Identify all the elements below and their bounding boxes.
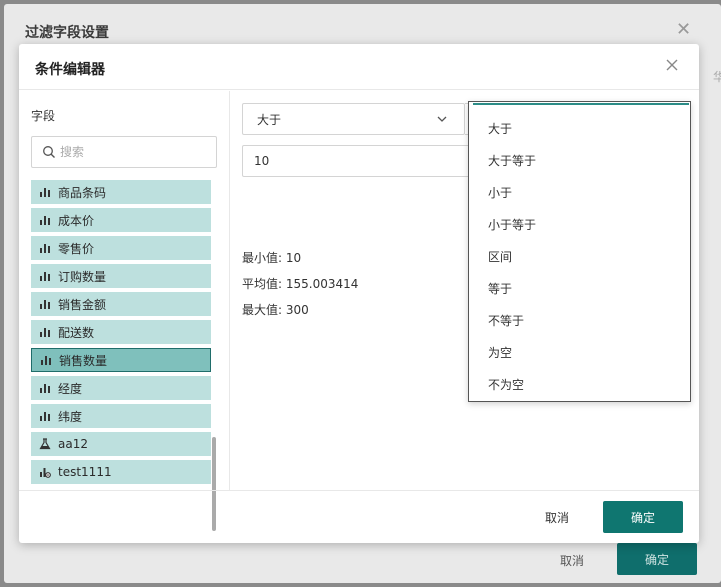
field-label: test1111 <box>58 465 112 479</box>
field-label: 商品条码 <box>58 185 107 200</box>
bar-chart-icon <box>40 216 50 225</box>
field-label: 成本价 <box>58 213 95 228</box>
field-item-2[interactable]: 零售价 <box>31 236 211 260</box>
background-side-text: 华 <box>713 70 721 84</box>
search-icon <box>43 146 55 158</box>
bar-chart-icon <box>40 244 50 253</box>
field-label: 订购数量 <box>58 269 107 284</box>
modal-title: 条件编辑器 <box>35 62 105 78</box>
bar-chart-gear-icon <box>40 468 51 478</box>
bar-chart-icon <box>40 384 50 393</box>
modal-footer: 取消 确定 <box>19 490 699 543</box>
avg-value-text: 平均值: 155.003414 <box>242 277 359 291</box>
background-cancel-button[interactable]: 取消 <box>560 552 584 569</box>
field-item-7[interactable]: 经度 <box>31 376 211 400</box>
dropdown-option-gt[interactable]: 大于 <box>469 112 690 144</box>
flask-icon <box>39 438 51 450</box>
field-label: 销售数量 <box>59 353 108 368</box>
search-box[interactable] <box>31 136 217 168</box>
field-list: 商品条码 成本价 零售价 订购数量 销售金额 配送数 销售数量 经度 纬度 aa… <box>31 180 211 484</box>
field-label: 销售金额 <box>58 297 107 312</box>
min-value-text: 最小值: 10 <box>242 251 302 265</box>
max-value-text: 最大值: 300 <box>242 303 309 317</box>
field-item-6-selected[interactable]: 销售数量 <box>31 348 211 372</box>
value-input[interactable] <box>242 145 472 177</box>
field-item-3[interactable]: 订购数量 <box>31 264 211 288</box>
field-label: 经度 <box>58 381 83 396</box>
condition-dropdown-menu: 大于 大于等于 小于 小于等于 区间 等于 不等于 为空 不为空 <box>468 101 691 402</box>
dropdown-option-lte[interactable]: 小于等于 <box>469 208 690 240</box>
field-label: 零售价 <box>58 241 95 256</box>
dropdown-option-lt[interactable]: 小于 <box>469 176 690 208</box>
background-close-icon[interactable]: ✕ <box>676 20 691 40</box>
cancel-button[interactable]: 取消 <box>531 503 583 531</box>
fields-label: 字段 <box>31 109 56 123</box>
background-dialog-title: 过滤字段设置 <box>25 25 109 41</box>
field-item-1[interactable]: 成本价 <box>31 208 211 232</box>
field-label: aa12 <box>58 437 88 451</box>
dropdown-option-eq[interactable]: 等于 <box>469 272 690 304</box>
bar-chart-icon <box>40 328 50 337</box>
field-item-9[interactable]: aa12 <box>31 432 211 456</box>
bar-chart-icon <box>40 272 50 281</box>
fields-panel: 字段 商品条码 成本价 零售价 订购数量 <box>19 91 230 531</box>
ok-button[interactable]: 确定 <box>603 501 683 533</box>
dropdown-option-range[interactable]: 区间 <box>469 240 690 272</box>
dropdown-option-gte[interactable]: 大于等于 <box>469 144 690 176</box>
chevron-down-icon <box>437 116 447 122</box>
search-input[interactable] <box>60 143 210 161</box>
field-item-10[interactable]: test1111 <box>31 460 211 484</box>
close-icon[interactable] <box>662 55 682 75</box>
condition-select-value: 大于 <box>257 112 282 127</box>
field-item-0[interactable]: 商品条码 <box>31 180 211 204</box>
dropdown-option-empty[interactable]: 为空 <box>469 336 690 368</box>
background-ok-button[interactable]: 确定 <box>617 543 697 575</box>
modal-header: 条件编辑器 <box>19 44 699 90</box>
bar-chart-icon <box>40 300 50 309</box>
field-item-5[interactable]: 配送数 <box>31 320 211 344</box>
field-label: 配送数 <box>58 325 95 340</box>
field-label: 纬度 <box>58 409 83 424</box>
bar-chart-icon <box>40 188 50 197</box>
field-item-4[interactable]: 销售金额 <box>31 292 211 316</box>
condition-select[interactable]: 大于 <box>242 103 465 135</box>
dropdown-focus-bar <box>473 103 689 105</box>
dropdown-option-neq[interactable]: 不等于 <box>469 304 690 336</box>
field-item-8[interactable]: 纬度 <box>31 404 211 428</box>
bar-chart-icon <box>41 356 51 365</box>
dropdown-option-not-empty[interactable]: 不为空 <box>469 368 690 400</box>
bar-chart-icon <box>40 412 50 421</box>
